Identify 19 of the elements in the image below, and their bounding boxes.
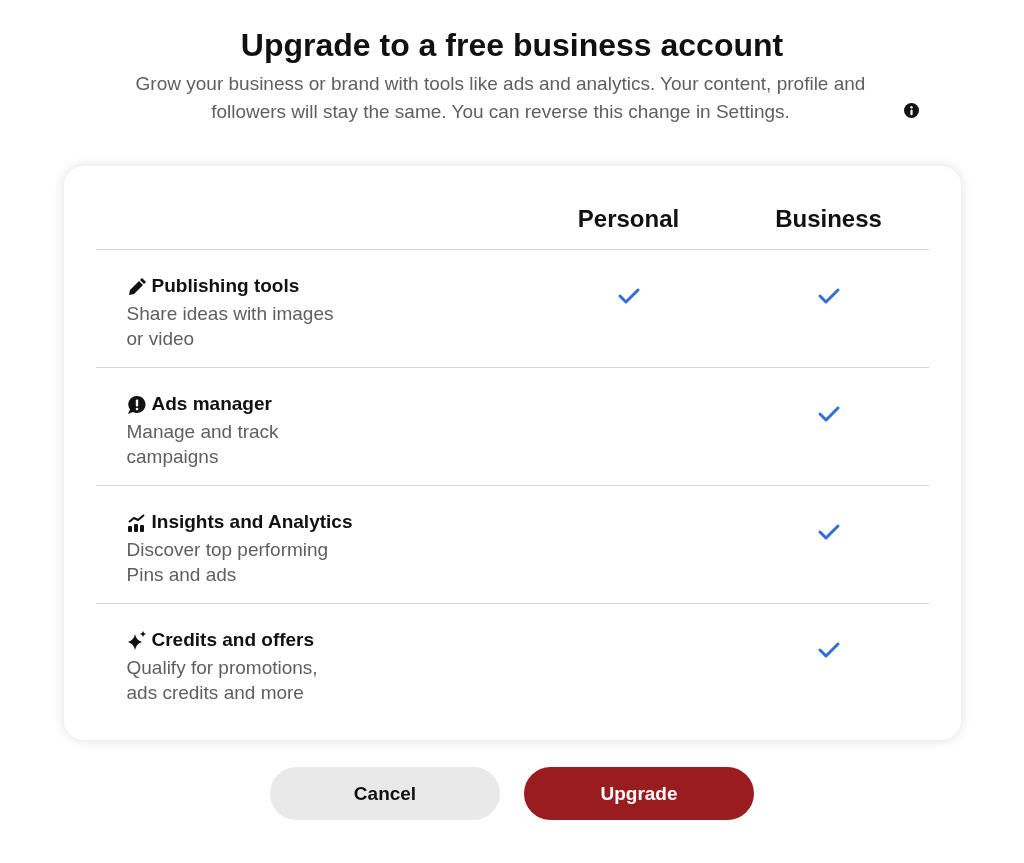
feature-description: Qualify for promotions, ads credits and more bbox=[126, 655, 319, 705]
page-title: Upgrade to a free business account bbox=[239, 26, 785, 65]
feature-name: Credits and offers bbox=[151, 628, 315, 653]
feature-description: Share ideas with images or video bbox=[126, 301, 335, 351]
chart-icon bbox=[126, 512, 147, 533]
speech-bubble-icon bbox=[126, 394, 147, 415]
sparkle-icon bbox=[126, 630, 147, 651]
info-icon[interactable] bbox=[903, 103, 919, 119]
feature-name: Ads manager bbox=[151, 392, 272, 417]
upgrade-button[interactable]: Upgrade bbox=[524, 767, 754, 821]
column-header: Personal bbox=[576, 203, 681, 234]
feature-name: Publishing tools bbox=[151, 274, 300, 299]
feature-description: Discover top performing Pins and ads bbox=[126, 537, 330, 587]
pencil-icon bbox=[126, 276, 147, 297]
column-header: Business bbox=[774, 203, 883, 234]
subtitle-text: Grow your business or brand with tools like ads and analytics. Your content, profile and followers will stay the same. You can reverse this change in Settings. bbox=[134, 72, 867, 125]
feature-description: Manage and track campaigns bbox=[126, 419, 280, 469]
feature-name: Insights and Analytics bbox=[151, 510, 353, 535]
cancel-button[interactable]: Cancel bbox=[270, 767, 500, 821]
